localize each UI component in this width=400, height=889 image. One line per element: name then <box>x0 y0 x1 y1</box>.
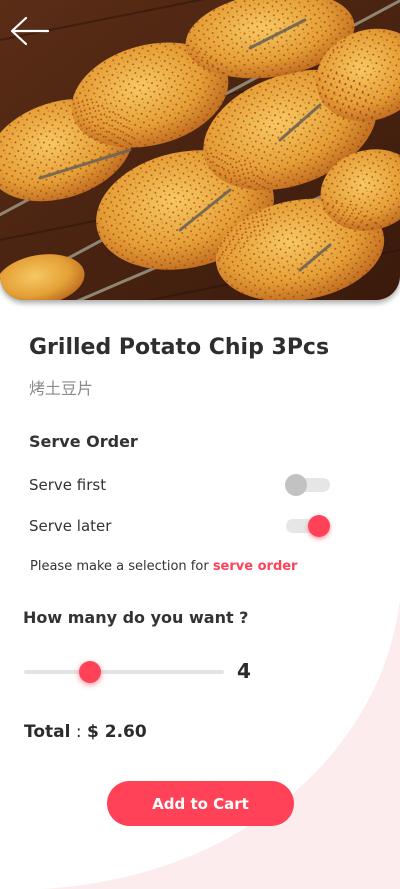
total-separator: : <box>70 722 87 742</box>
serve-order-heading: Serve Order <box>29 432 138 451</box>
serve-order-note: Please make a selection for serve order <box>30 559 297 574</box>
serve-first-label: Serve first <box>29 476 107 494</box>
total-label: Total <box>24 722 71 742</box>
slider-rail <box>24 670 224 674</box>
toggle-knob <box>308 515 330 537</box>
product-subtitle-cn: 烤土豆片 <box>29 379 94 398</box>
quantity-value: 4 <box>237 659 251 683</box>
serve-later-toggle[interactable] <box>286 514 330 538</box>
total-price: Total : $ 2.60 <box>24 722 147 742</box>
note-highlight: serve order <box>212 559 298 574</box>
back-arrow-icon[interactable] <box>8 14 50 48</box>
product-image <box>0 0 400 300</box>
total-amount: $ 2.60 <box>87 722 147 742</box>
serve-first-toggle[interactable] <box>285 473 330 497</box>
quantity-slider[interactable] <box>24 660 224 684</box>
product-title: Grilled Potato Chip 3Pcs <box>29 335 330 360</box>
quantity-question: How many do you want ? <box>23 608 249 627</box>
toggle-knob <box>285 474 307 496</box>
note-text: Please make a selection for <box>30 559 213 574</box>
slider-thumb[interactable] <box>79 661 101 683</box>
add-to-cart-button[interactable]: Add to Cart <box>107 781 294 826</box>
serve-later-label: Serve later <box>29 517 112 535</box>
